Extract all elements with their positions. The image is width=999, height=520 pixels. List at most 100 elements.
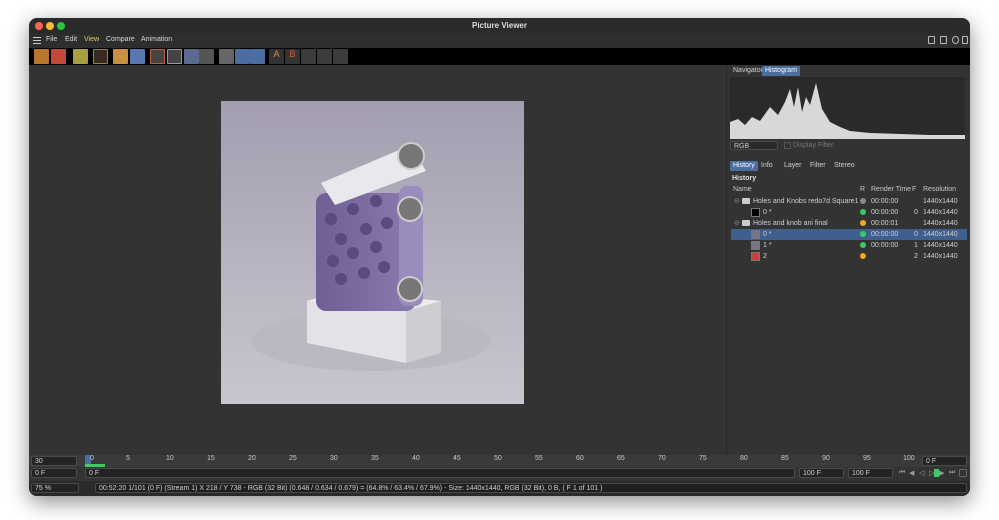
status-dot bbox=[860, 220, 866, 226]
loop-toggle-icon[interactable] bbox=[934, 469, 939, 477]
preview-frame-field[interactable]: 0 F bbox=[85, 468, 795, 478]
chevron-down-icon[interactable] bbox=[959, 469, 967, 477]
tab-layer[interactable]: Layer bbox=[781, 161, 805, 171]
menu-file[interactable]: File bbox=[46, 36, 57, 43]
tab-navigator[interactable]: Navigator bbox=[730, 66, 766, 76]
region-icon[interactable] bbox=[184, 49, 199, 64]
col-render-time[interactable]: Render Time bbox=[871, 186, 911, 193]
tick-label: 100 bbox=[903, 455, 915, 462]
menu-edit[interactable]: Edit bbox=[65, 36, 77, 43]
tick-label: 50 bbox=[494, 455, 502, 462]
ab-icon[interactable] bbox=[219, 49, 234, 64]
go-end-icon[interactable]: ⏭ bbox=[949, 469, 955, 477]
save-icon[interactable] bbox=[51, 49, 66, 64]
row-frame: 2 bbox=[914, 253, 918, 260]
go-start-icon[interactable]: ⏮ bbox=[899, 469, 905, 477]
open-icon[interactable] bbox=[34, 49, 49, 64]
next-key-icon[interactable]: ▶ bbox=[939, 469, 944, 477]
row-resolution: 1440x1440 bbox=[923, 231, 958, 238]
row-frame: 1 bbox=[914, 242, 918, 249]
clapper-icon[interactable] bbox=[93, 49, 108, 64]
display-filter-label: Display Filter bbox=[793, 142, 834, 149]
tab-stereo[interactable]: Stereo bbox=[831, 161, 858, 171]
history-row[interactable]: 1 * 00:00:00 1 1440x1440 bbox=[731, 240, 967, 251]
row-name: 0 * bbox=[763, 209, 772, 216]
play-reverse-icon[interactable]: ◁ bbox=[919, 469, 924, 477]
row-name: 0 * bbox=[763, 231, 772, 238]
hamburger-menu-icon[interactable] bbox=[33, 37, 41, 44]
frame-icon[interactable] bbox=[167, 49, 182, 64]
history-row[interactable]: ⊖ Holes and Knobs redo7d Square1 00:00:0… bbox=[731, 196, 967, 207]
tick-label: 90 bbox=[822, 455, 830, 462]
tick-label: 30 bbox=[330, 455, 338, 462]
tick-label: 45 bbox=[453, 455, 461, 462]
layout-icon[interactable] bbox=[928, 36, 935, 44]
row-name: 1 * bbox=[763, 242, 772, 249]
copy-icon[interactable] bbox=[113, 49, 128, 64]
swap-icon[interactable] bbox=[301, 49, 316, 64]
mix-icon[interactable] bbox=[333, 49, 348, 64]
tick-label: 60 bbox=[576, 455, 584, 462]
row-time: 00:00:01 bbox=[871, 220, 899, 227]
history-row[interactable]: 0 * 00:00:00 0 1440x1440 bbox=[731, 207, 967, 218]
image-viewport[interactable] bbox=[29, 65, 724, 455]
timeline-ruler[interactable]: 30 0 5 10 15 20 25 30 35 40 45 50 55 60 … bbox=[29, 455, 970, 467]
folder-icon bbox=[742, 198, 750, 204]
history-row[interactable]: 2 2 1440x1440 bbox=[731, 251, 967, 262]
tick-label: 0 bbox=[90, 455, 94, 462]
tick-label: 55 bbox=[535, 455, 543, 462]
row-name: Holes and Knobs redo7d Square1 bbox=[753, 198, 859, 205]
display-filter-checkbox[interactable] bbox=[784, 142, 791, 149]
window-title: Picture Viewer bbox=[472, 21, 527, 30]
start-frame-field[interactable]: 100 F bbox=[799, 468, 844, 478]
history-row[interactable]: ⊖ Holes and knob ani final 00:00:01 1440… bbox=[731, 218, 967, 229]
a-icon[interactable]: A bbox=[269, 49, 284, 64]
col-resolution[interactable]: Resolution bbox=[923, 186, 956, 193]
row-time: 00:00:00 bbox=[871, 198, 899, 205]
row-resolution: 1440x1440 bbox=[923, 209, 958, 216]
tab-history[interactable]: History bbox=[730, 161, 758, 171]
status-dot bbox=[860, 231, 866, 237]
tick-label: 15 bbox=[207, 455, 215, 462]
thumbnail bbox=[751, 230, 760, 239]
tab-filter[interactable]: Filter bbox=[807, 161, 829, 171]
col-name[interactable]: Name bbox=[733, 186, 752, 193]
fps-field[interactable]: 30 bbox=[31, 456, 77, 466]
menu-compare[interactable]: Compare bbox=[106, 36, 135, 43]
menu-animation[interactable]: Animation bbox=[141, 36, 172, 43]
pin-icon[interactable] bbox=[962, 36, 968, 44]
b-icon[interactable]: B bbox=[285, 49, 300, 64]
zoom-select[interactable]: 75 % bbox=[31, 483, 79, 493]
ab-compare-icon[interactable] bbox=[150, 49, 165, 64]
tick-label: 10 bbox=[166, 455, 174, 462]
title-bar: Picture Viewer bbox=[29, 18, 970, 34]
prev-key-icon[interactable]: ◀ bbox=[909, 469, 914, 477]
panel-icon[interactable] bbox=[940, 36, 947, 44]
tool-icon[interactable] bbox=[199, 49, 214, 64]
thumbnail bbox=[751, 208, 760, 217]
col-r[interactable]: R bbox=[860, 186, 865, 193]
channel-select[interactable]: RGB bbox=[730, 141, 778, 150]
zoom-window-button[interactable] bbox=[57, 22, 65, 30]
minimize-window-button[interactable] bbox=[46, 22, 54, 30]
tick-label: 40 bbox=[412, 455, 420, 462]
collapse-icon[interactable]: ⊖ bbox=[734, 218, 740, 229]
collapse-icon[interactable]: ⊖ bbox=[734, 196, 740, 207]
menu-view[interactable]: View bbox=[84, 36, 99, 43]
end-frame-field2[interactable]: 100 F bbox=[848, 468, 893, 478]
split-h-icon[interactable] bbox=[235, 49, 250, 64]
tab-histogram[interactable]: Histogram bbox=[762, 66, 800, 76]
end-frame-field[interactable]: 0 F bbox=[922, 456, 967, 466]
move-icon[interactable] bbox=[952, 36, 959, 44]
diff-icon[interactable] bbox=[317, 49, 332, 64]
tab-info[interactable]: Info bbox=[758, 161, 776, 171]
export-icon[interactable] bbox=[73, 49, 88, 64]
tick-label: 80 bbox=[740, 455, 748, 462]
current-frame-field[interactable]: 0 F bbox=[31, 468, 77, 478]
status-dot bbox=[860, 198, 866, 204]
stack-icon[interactable] bbox=[130, 49, 145, 64]
split-v-icon[interactable] bbox=[250, 49, 265, 64]
close-window-button[interactable] bbox=[35, 22, 43, 30]
history-row-selected[interactable]: 0 * 00:00:00 0 1440x1440 bbox=[731, 229, 967, 240]
col-f[interactable]: F bbox=[912, 186, 916, 193]
